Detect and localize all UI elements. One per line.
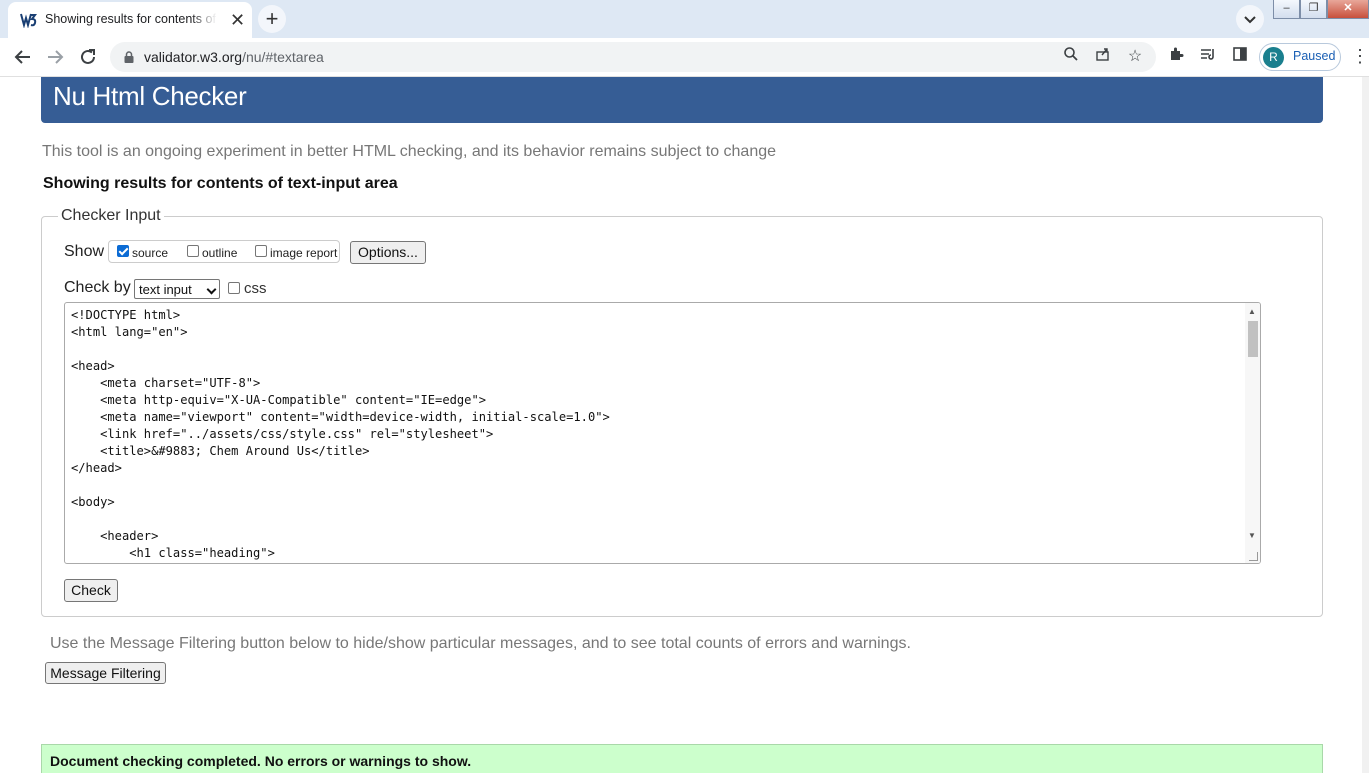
chevron-down-icon[interactable] [1236,5,1264,33]
css-checkbox[interactable] [228,282,240,294]
image-report-label: image report [270,246,338,260]
scroll-up-icon[interactable]: ▲ [1248,307,1256,316]
filter-note: Use the Message Filtering button below t… [50,635,911,652]
search-icon[interactable] [1060,46,1082,68]
page-content: Nu Html Checker This tool is an ongoing … [0,77,1369,773]
tab-title: Showing results for contents of text-inp… [45,12,217,26]
window-close-button[interactable]: ✕ [1327,0,1369,19]
url-text: validator.w3.org/nu/#textarea [144,49,324,65]
browser-toolbar: validator.w3.org/nu/#textarea ☆ R Paused… [0,38,1369,77]
w3c-favicon [20,13,37,28]
source-checkbox[interactable] [117,245,129,257]
plus-icon[interactable]: + [258,5,286,33]
intro-text: This tool is an ongoing experiment in be… [42,143,777,160]
success-text: Document checking completed. No errors o… [50,753,472,769]
image-report-checkbox[interactable] [255,245,267,257]
maximize-button[interactable]: ❐ [1300,0,1327,19]
scroll-down-icon[interactable]: ▼ [1248,531,1256,540]
check-by-select[interactable]: text input [134,279,220,299]
source-textarea[interactable]: <!DOCTYPE html> <html lang="en"> <head> … [64,302,1261,564]
textarea-scrollbar[interactable]: ▲ ▼ [1245,303,1260,563]
chevron-down-icon [206,284,217,295]
profile-status: Paused [1293,49,1336,63]
page-title: Nu Html Checker [53,81,247,111]
header-banner: Nu Html Checker [41,77,1323,123]
show-label: Show [64,243,105,260]
reading-list-icon[interactable] [1197,46,1219,68]
source-label: source [132,246,169,260]
page-scrollbar[interactable] [1362,77,1369,773]
window-controls: – ❐ ✕ [1273,0,1369,20]
browser-tab[interactable]: Showing results for contents of text-inp… [8,2,252,38]
success-message: Document checking completed. No errors o… [41,744,1323,773]
lock-icon [124,51,134,63]
scroll-thumb[interactable] [1248,321,1258,357]
extensions-icon[interactable] [1165,46,1187,68]
forward-icon[interactable] [44,46,66,68]
resize-grip-icon[interactable] [1249,552,1258,561]
back-icon[interactable] [12,46,34,68]
css-label: css [244,280,267,297]
show-options-group: source outline image report [108,240,340,263]
check-button[interactable]: Check [64,579,118,602]
check-by-label: Check by [64,279,131,296]
source-code: <!DOCTYPE html> <html lang="en"> <head> … [71,308,610,560]
check-by-value: text input [139,282,192,297]
checker-input-legend: Checker Input [58,207,164,225]
avatar: R [1263,47,1284,68]
outline-checkbox[interactable] [187,245,199,257]
share-icon[interactable] [1092,46,1114,68]
address-bar[interactable]: validator.w3.org/nu/#textarea ☆ [110,42,1156,72]
options-button[interactable]: Options... [350,241,426,264]
tab-strip: Showing results for contents of text-inp… [0,0,1369,38]
more-icon[interactable]: ⋮ [1351,46,1369,67]
reload-icon[interactable] [77,46,99,68]
star-icon[interactable]: ☆ [1124,46,1146,68]
close-icon[interactable]: ✕ [230,11,245,29]
minimize-button[interactable]: – [1273,0,1300,19]
results-heading: Showing results for contents of text-inp… [43,175,398,192]
outline-label: outline [202,246,238,260]
side-panel-icon[interactable] [1229,46,1251,68]
message-filtering-button[interactable]: Message Filtering [45,662,166,684]
profile-button[interactable]: R Paused [1259,43,1341,71]
